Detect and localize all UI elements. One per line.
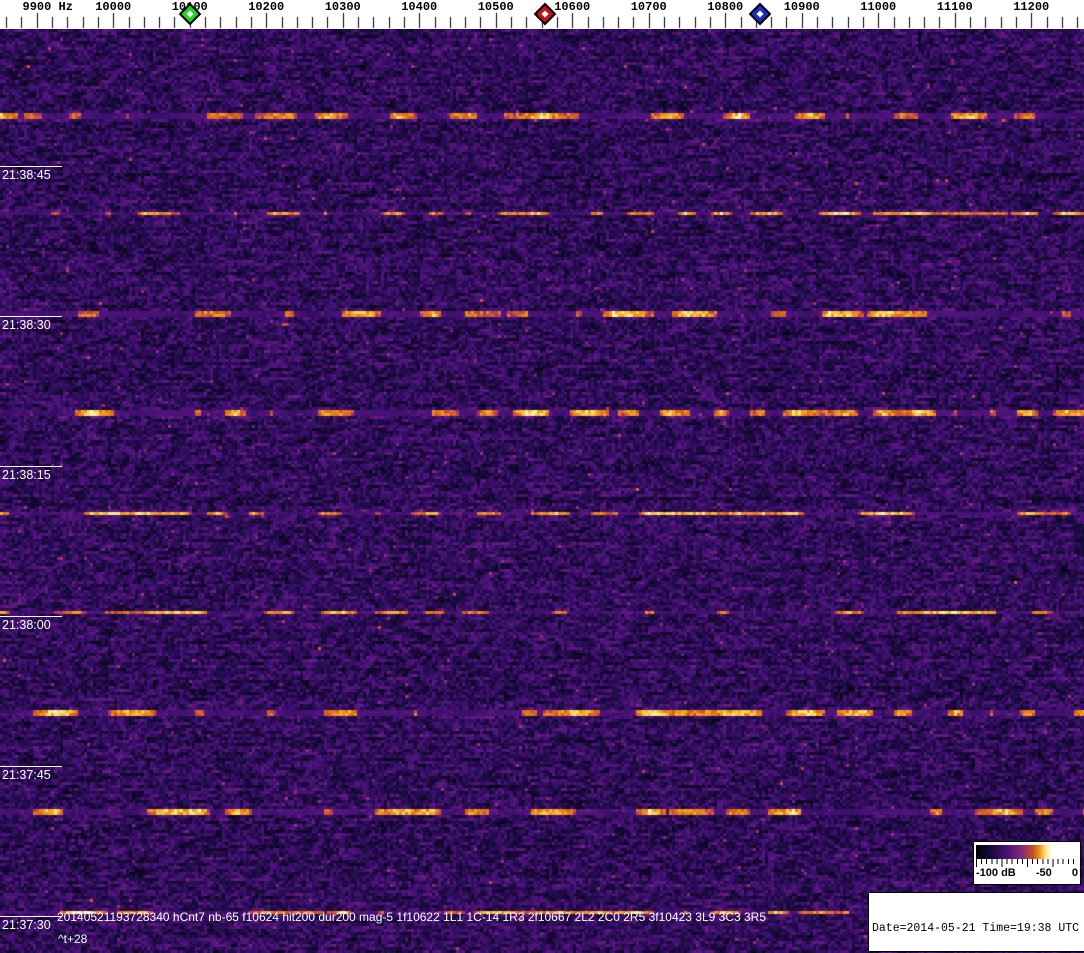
time-label-text: 21:38:00 [2,618,51,632]
freq-tick-label: 11200 [1013,0,1050,14]
color-scale-min-label: -100 dB [976,867,1016,879]
freq-tick-label: 11100 [936,0,973,14]
freq-tick-label: 10300 [324,0,361,14]
time-label-text: 21:38:30 [2,318,51,332]
freq-tick-label: 10400 [401,0,438,14]
freq-tick-label: 10500 [477,0,514,14]
meteor-detection-log-text: 20140521193728340 hCnt7 nb-65 f10624 hit… [57,910,767,924]
color-scale-ticks [976,859,1078,867]
freq-tick-label: 11000 [860,0,897,14]
color-scale-gradient [976,845,1078,859]
waterfall-spectrogram [0,29,1084,953]
time-label: 21:37:45 [0,766,62,782]
time-label: 21:38:15 [0,466,62,482]
freq-tick-label: 10800 [707,0,744,14]
color-scale-legend: -100 dB -50 0 [973,841,1081,885]
spectrogram-window: 9900 Hz100001010010200103001040010500106… [0,0,1084,953]
cursor-time-offset-text: ^t+28 [58,932,88,946]
marker-center-dot [186,10,194,18]
freq-tick-label: 10200 [248,0,285,14]
freq-tick-label: 10000 [95,0,132,14]
marker-center-dot [541,10,549,18]
color-scale-max-label: 0 [1071,867,1078,879]
time-label-text: 21:37:30 [2,918,51,932]
time-label: 21:38:30 [0,316,62,332]
time-label: 21:37:30 [0,916,62,932]
frequency-ruler: 9900 Hz100001010010200103001040010500106… [0,0,1084,29]
freq-tick-label: 10900 [783,0,820,14]
color-scale-labels: -100 dB -50 0 [974,868,1080,879]
time-label: 21:38:00 [0,616,62,632]
observation-info-box: Date=2014-05-21 Time=19:38 UTC Freq=143 … [868,892,1084,952]
color-scale-mid-label: -50 [1035,867,1052,879]
time-label-text: 21:37:45 [2,768,51,782]
marker-center-dot [756,10,764,18]
freq-tick-label: 10700 [630,0,667,14]
freq-tick-label: 10600 [554,0,591,14]
freq-tick-label: 9900 Hz [22,0,73,14]
time-label-text: 21:38:15 [2,468,51,482]
info-date-line: Date=2014-05-21 Time=19:38 UTC [872,922,1080,935]
time-label: 21:38:45 [0,166,62,182]
time-label-text: 21:38:45 [2,168,51,182]
